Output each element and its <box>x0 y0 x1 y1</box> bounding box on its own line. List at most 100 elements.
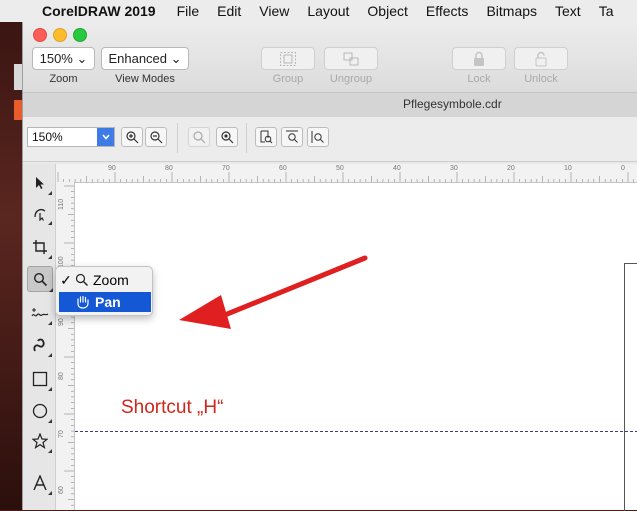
ruler-label: 90 <box>108 165 116 172</box>
menu-bitmaps[interactable]: Bitmaps <box>477 3 546 19</box>
ruler-label: 70 <box>58 430 65 438</box>
star-tool-icon <box>32 433 48 449</box>
close-window-button[interactable] <box>33 28 47 42</box>
flyout-item-label: Pan <box>95 294 121 310</box>
ruler-label: 20 <box>507 165 515 172</box>
lock-icon <box>474 51 484 66</box>
desktop-background <box>0 22 22 510</box>
zoom-selected-icon <box>193 131 206 144</box>
group-button[interactable] <box>261 47 315 70</box>
ruler-ticks <box>64 185 74 506</box>
star-tool-button[interactable] <box>29 430 52 453</box>
lock-button[interactable] <box>452 47 506 70</box>
app-window: 150% ⌄ Zoom Enhanced ⌄ View Modes Group … <box>22 22 637 511</box>
menu-app-name[interactable]: CorelDRAW 2019 <box>36 3 168 19</box>
ruler-ticks <box>57 172 635 182</box>
flyout-item-pan[interactable]: Pan <box>59 292 151 312</box>
view-modes-label: View Modes <box>115 73 175 85</box>
menu-table[interactable]: Ta <box>590 3 623 19</box>
zoom-height-icon <box>311 131 324 143</box>
zoom-tool-flyout: ✓ Zoom Pan <box>55 266 153 316</box>
unlock-button[interactable] <box>514 47 568 70</box>
menu-layout[interactable]: Layout <box>298 3 358 19</box>
artistic-media-tool-button[interactable] <box>29 334 52 357</box>
window-toolbar: 150% ⌄ Zoom Enhanced ⌄ View Modes Group … <box>23 22 637 92</box>
artistic-media-icon <box>33 338 45 352</box>
ruler-label: 70 <box>222 165 230 172</box>
check-mark: ✓ <box>60 271 72 288</box>
text-tool-button[interactable] <box>29 472 52 495</box>
zoom-window-button[interactable] <box>73 28 87 42</box>
unlock-label: Unlock <box>524 73 558 85</box>
ellipse-tool-button[interactable] <box>29 400 52 423</box>
zoom-to-page-width-button[interactable] <box>281 127 303 147</box>
ruler-label: 40 <box>393 165 401 172</box>
menu-text[interactable]: Text <box>546 3 590 19</box>
ruler-label: 90 <box>58 318 65 326</box>
document-tab-bar: Pflegesymbole.cdr <box>23 92 637 118</box>
pick-tool-button[interactable] <box>29 172 52 195</box>
menu-bar: CorelDRAW 2019 File Edit View Layout Obj… <box>0 0 637 23</box>
unlock-icon <box>535 51 547 66</box>
chevron-down-icon[interactable] <box>97 128 114 146</box>
zoom-to-page-height-button[interactable] <box>307 127 329 147</box>
zoom-tool-icon <box>33 272 47 286</box>
ruler-label: 10 <box>564 165 572 172</box>
drawing-canvas[interactable]: Shortcut „H“ <box>75 183 637 511</box>
ruler-label: 110 <box>58 198 65 210</box>
property-bar: 150% <box>23 117 637 162</box>
menu-effects[interactable]: Effects <box>417 3 478 19</box>
group-icon <box>280 51 296 66</box>
ungroup-icon <box>343 52 359 65</box>
ellipse-tool-icon <box>32 403 48 419</box>
zoom-out-button[interactable] <box>145 127 167 147</box>
ruler-label: 30 <box>450 165 458 172</box>
toolbar-separator <box>246 123 247 153</box>
zoom-level-combo[interactable]: 150% <box>27 127 115 147</box>
horizontal-ruler[interactable]: 90 80 70 60 50 40 30 20 10 0 <box>56 164 637 183</box>
zoom-page-icon <box>260 130 273 144</box>
red-arrow-icon <box>179 255 368 329</box>
ungroup-button[interactable] <box>324 47 378 70</box>
toolbar-separator <box>177 123 178 153</box>
zoom-to-page-button[interactable] <box>255 127 277 147</box>
freehand-tool-icon <box>31 308 49 317</box>
text-tool-icon <box>33 475 47 491</box>
group-label: Group <box>272 73 304 85</box>
shape-tool-icon <box>34 209 46 221</box>
zoom-in-button[interactable] <box>121 127 143 147</box>
document-title[interactable]: Pflegesymbole.cdr <box>403 97 502 111</box>
zoom-out-icon <box>150 131 163 144</box>
crop-tool-icon <box>33 240 47 254</box>
zoom-tool-button[interactable] <box>27 266 53 292</box>
zoom-level-dropdown[interactable]: 150% ⌄ <box>32 47 95 70</box>
menu-view[interactable]: View <box>250 3 298 19</box>
menu-object[interactable]: Object <box>358 3 416 19</box>
rectangle-tool-icon <box>32 371 48 387</box>
minimize-window-button[interactable] <box>53 28 67 42</box>
background-window-edge <box>14 100 22 120</box>
zoom-to-selected-button[interactable] <box>188 127 210 147</box>
ruler-label: 80 <box>165 165 173 172</box>
flyout-item-zoom[interactable]: ✓ Zoom <box>59 270 151 290</box>
zoom-all-icon <box>221 131 234 144</box>
freehand-tool-button[interactable] <box>29 302 52 325</box>
shape-tool-button[interactable] <box>29 202 52 225</box>
crop-tool-button[interactable] <box>29 236 52 259</box>
ruler-label: 80 <box>58 372 65 380</box>
zoom-to-all-objects-button[interactable] <box>216 127 238 147</box>
vertical-ruler[interactable]: 110 100 90 80 70 60 <box>56 182 75 510</box>
toolbox <box>23 164 56 510</box>
magnifier-icon <box>75 273 88 286</box>
zoom-in-icon <box>126 131 139 144</box>
zoom-level-value: 150% <box>32 130 63 144</box>
ruler-label: 0 <box>621 165 625 172</box>
view-mode-dropdown[interactable]: Enhanced ⌄ <box>101 47 189 70</box>
menu-edit[interactable]: Edit <box>208 3 250 19</box>
zoom-label: Zoom <box>49 73 78 85</box>
hand-pan-icon <box>77 295 89 309</box>
ruler-label: 60 <box>58 486 65 494</box>
ungroup-label: Ungroup <box>329 73 373 85</box>
menu-file[interactable]: File <box>168 3 209 19</box>
rectangle-tool-button[interactable] <box>29 368 52 391</box>
